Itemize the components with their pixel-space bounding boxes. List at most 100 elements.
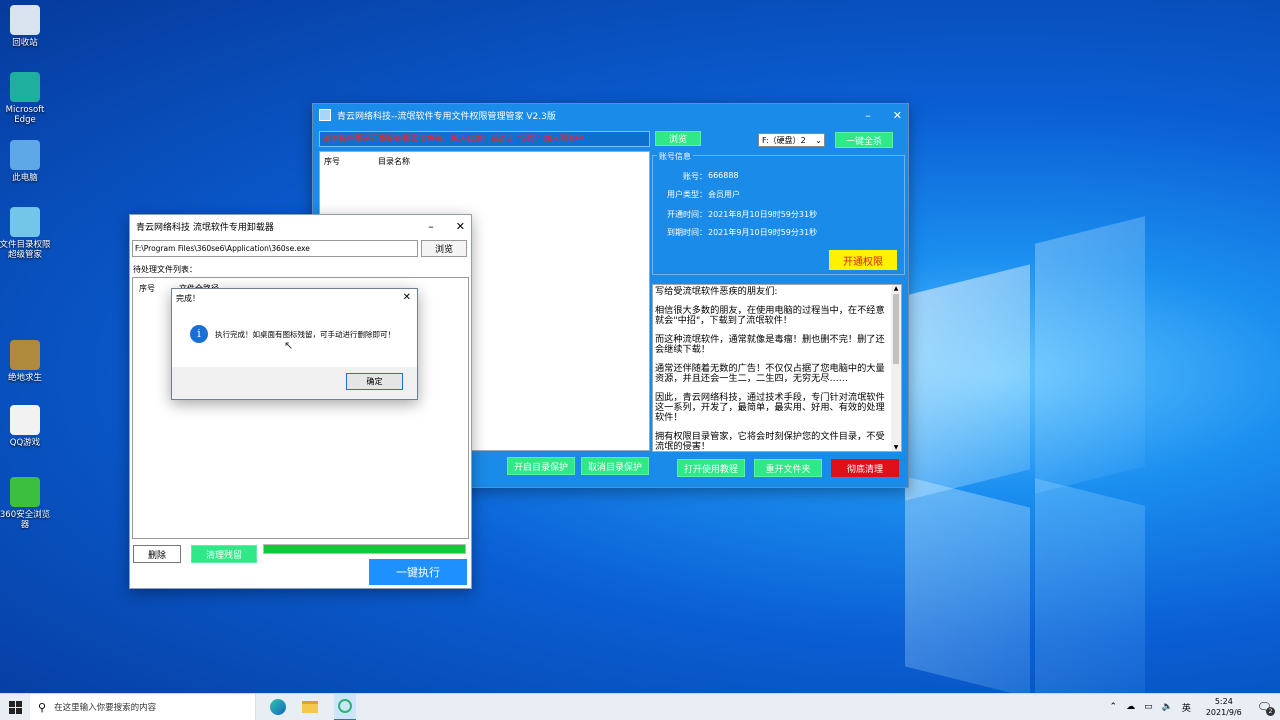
- delete-button[interactable]: 删除: [133, 545, 181, 563]
- letter-text: 写给受流氓软件恶疾的朋友们: 相信很大多数的朋友，在使用电脑的过程当中，在不经意就…: [653, 285, 901, 452]
- dialog-body: 完成！ ✕ i 执行完成！如桌面有图标残留，可手动进行删除即可！: [172, 289, 417, 367]
- main-title-bar: 青云网络科技--流氓软件专用文件权限管理管家 V2.3版 – ✕: [313, 104, 908, 126]
- dialog-title: 完成！: [176, 294, 200, 303]
- desktop-icon[interactable]: Microsoft Edge: [0, 72, 53, 125]
- file-explorer-icon[interactable]: [302, 701, 318, 713]
- clock-date: 2021/9/6: [1205, 708, 1242, 717]
- column-header: 序号: [324, 157, 340, 166]
- desktop-icon[interactable]: 文件目录权限超级管家: [0, 207, 53, 260]
- letter-paragraph: 相信很大多数的朋友，在使用电脑的过程当中，在不经意就会"中招"，下载到了流氓软件…: [655, 305, 885, 326]
- main-window-title: 青云网络科技--流氓软件专用文件权限管理管家 V2.3版: [337, 111, 556, 122]
- account-group: 账号信息 账号： 666888 用户类型： 会员用户 开通时间： 2021年8月…: [652, 151, 905, 275]
- open-folder-button[interactable]: 重开文件夹: [754, 459, 822, 477]
- one-key-button[interactable]: 一键全杀: [835, 132, 893, 148]
- game-icon: [10, 340, 40, 370]
- drop-target-hint[interactable]: 请直接将要进行保护的目录文件夹，拖入此处！或点击 "浏览" 加入列表中！: [319, 131, 650, 147]
- drive-select-value: F:（硬盘）2: [762, 135, 806, 145]
- activate-button[interactable]: 开通权限: [829, 250, 897, 270]
- close-icon[interactable]: ✕: [403, 292, 411, 303]
- system-tray: ⌃ ☁ ▭ 🔈 英 5:24 2021/9/6 🗨 2: [1110, 696, 1280, 718]
- letter-paragraph: 写给受流氓软件恶疾的朋友们:: [655, 286, 778, 297]
- clean-residue-button[interactable]: 清理残留: [191, 545, 257, 563]
- desktop-icon[interactable]: QQ游戏: [0, 405, 53, 448]
- minimize-button[interactable]: –: [865, 109, 871, 122]
- wallpaper-beam: [1035, 478, 1145, 720]
- letter-paragraph: 拥有权限目录管家，它将会时刻保护您的文件目录，不受流氓的侵害！: [655, 431, 885, 452]
- wallpaper-beam: [905, 264, 1030, 501]
- group-title: 账号信息: [657, 151, 693, 162]
- letter-panel[interactable]: 写给受流氓软件恶疾的朋友们: 相信很大多数的朋友，在使用电脑的过程当中，在不经意就…: [652, 284, 902, 452]
- clock[interactable]: 5:24 2021/9/6: [1206, 696, 1242, 718]
- search-box[interactable]: ⚲ 在这里输入你要搜索的内容: [30, 693, 256, 720]
- letter-paragraph: 而这种流氓软件，通常就像是毒瘤！删也删不完！删了还会继续下载！: [655, 334, 885, 355]
- info-icon: i: [190, 325, 208, 343]
- mouse-cursor-icon: ↖: [284, 339, 294, 352]
- open-tutorial-button[interactable]: 打开使用教程: [677, 459, 745, 477]
- progress-fill: [264, 545, 465, 553]
- start-button[interactable]: [0, 694, 30, 720]
- desktop-icon-label: Microsoft Edge: [5, 105, 45, 125]
- user-type-value: 会员用户: [708, 190, 740, 199]
- close-button[interactable]: ✕: [456, 220, 465, 233]
- desktop-icon[interactable]: 绝地求生: [0, 340, 53, 383]
- list-header: 序号 目录名称: [320, 152, 649, 171]
- uninstaller-title-bar: 青云网络科技 流氓软件专用卸载器 – ✕: [130, 215, 471, 237]
- enable-protect-button[interactable]: 开启目录保护: [507, 457, 575, 475]
- execute-button[interactable]: 一键执行: [369, 559, 467, 585]
- cancel-protect-button[interactable]: 取消目录保护: [581, 457, 649, 475]
- scroll-thumb[interactable]: [893, 294, 899, 364]
- desktop-icon-label: QQ游戏: [9, 438, 41, 448]
- scrollbar[interactable]: ▲ ▼: [891, 285, 901, 451]
- notification-count: 2: [1266, 707, 1275, 716]
- clean-button[interactable]: 彻底清理: [831, 459, 899, 477]
- dialog-message: 执行完成！如桌面有图标残留，可手动进行删除即可！: [215, 330, 395, 339]
- browse-button[interactable]: 浏览: [421, 240, 467, 257]
- letter-paragraph: 因此，青云网络科技，通过技术手段，专门针对流氓软件这一系列，开发了，最简单，最实…: [655, 392, 885, 423]
- pending-list-label: 待处理文件列表：: [133, 265, 197, 274]
- network-icon[interactable]: ▭: [1144, 702, 1153, 712]
- scroll-down-icon[interactable]: ▼: [891, 444, 901, 451]
- windows-logo-icon: [8, 700, 22, 714]
- desktop-icon[interactable]: 此电脑: [0, 140, 53, 183]
- drive-select[interactable]: F:（硬盘）2 ⌄: [758, 133, 825, 147]
- column-header: 目录名称: [378, 157, 410, 166]
- chevron-down-icon: ⌄: [815, 135, 822, 145]
- scroll-up-icon[interactable]: ▲: [891, 285, 901, 292]
- expire-time-label: 到期时间：: [667, 228, 707, 237]
- chevron-up-icon[interactable]: ⌃: [1110, 702, 1118, 712]
- wallpaper-beam: [905, 476, 1030, 698]
- path-input[interactable]: F:\Program Files\360se6\Application\360s…: [132, 240, 418, 257]
- desktop-icon-label: 文件目录权限超级管家: [0, 240, 51, 260]
- account-value: 666888: [708, 171, 739, 180]
- recycle-bin-icon: [10, 5, 40, 35]
- ok-button[interactable]: 确定: [346, 373, 403, 390]
- browse-button[interactable]: 浏览: [655, 131, 701, 146]
- expire-time-value: 2021年9月10日9时59分31秒: [708, 228, 818, 237]
- close-button[interactable]: ✕: [893, 109, 902, 122]
- desktop-icon-label: 此电脑: [12, 173, 38, 183]
- desktop-icon-label: 360安全浏览器: [0, 510, 51, 530]
- cloud-icon[interactable]: ☁: [1126, 702, 1135, 712]
- browser-360-icon: [10, 477, 40, 507]
- qq-icon: [10, 405, 40, 435]
- user-type-label: 用户类型：: [667, 190, 707, 199]
- minimize-button[interactable]: –: [428, 220, 434, 233]
- computer-icon: [10, 140, 40, 170]
- completion-dialog: 完成！ ✕ i 执行完成！如桌面有图标残留，可手动进行删除即可！ 确定 ↖: [171, 288, 418, 400]
- notification-icon[interactable]: 🗨 2: [1257, 700, 1275, 716]
- taskbar: ⚲ 在这里输入你要搜索的内容 ⌃ ☁ ▭ 🔈 英 5:24 2021/9/6 🗨…: [0, 693, 1280, 720]
- volume-icon[interactable]: 🔈: [1162, 702, 1173, 712]
- app-taskbar-icon[interactable]: [334, 693, 356, 720]
- search-placeholder: 在这里输入你要搜索的内容: [54, 703, 157, 713]
- desktop-icon[interactable]: 回收站: [0, 5, 53, 48]
- desktop-icon[interactable]: 360安全浏览器: [0, 477, 53, 530]
- clock-time: 5:24: [1214, 697, 1233, 706]
- open-time-label: 开通时间：: [667, 210, 707, 219]
- desktop-icon-label: 绝地求生: [7, 373, 42, 383]
- desktop-icon-label: 回收站: [12, 38, 38, 48]
- search-icon: ⚲: [38, 700, 47, 714]
- edge-icon: [10, 72, 40, 102]
- ime-indicator[interactable]: 英: [1182, 701, 1191, 714]
- app-icon: [10, 207, 40, 237]
- edge-taskbar-icon[interactable]: [270, 699, 286, 715]
